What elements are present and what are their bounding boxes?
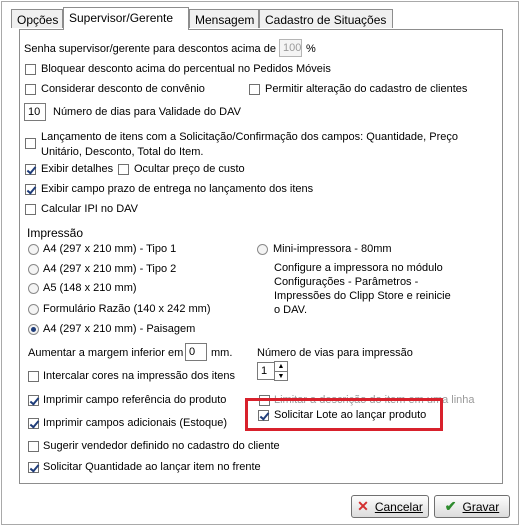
mini-printer-note-4: o DAV.: [274, 304, 308, 316]
allow-client-edit-checkbox[interactable]: [249, 84, 260, 95]
save-label: Gravar: [462, 499, 500, 514]
tab-supervisor-gerente[interactable]: Supervisor/Gerente: [63, 7, 189, 30]
mini-printer-radio[interactable]: [257, 244, 268, 255]
tab-mensagem[interactable]: Mensagem: [189, 9, 259, 28]
print-additional-checkbox[interactable]: [28, 418, 39, 429]
dav-days-label: Número de dias para Validade do DAV: [53, 106, 241, 118]
show-delivery-label: Exibir campo prazo de entrega no lançame…: [41, 183, 314, 195]
block-discount-checkbox[interactable]: [25, 64, 36, 75]
interleave-colors-label: Intercalar cores na impressão dos itens: [43, 370, 235, 382]
calc-ipi-label: Calcular IPI no DAV: [41, 203, 139, 215]
suggest-seller-label: Sugerir vendedor definido no cadastro do…: [43, 440, 280, 452]
block-discount-label: Bloquear desconto acima do percentual no…: [41, 63, 331, 75]
print-a4-type1-label: A4 (297 x 210 mm) - Tipo 1: [43, 243, 177, 255]
show-details-label: Exibir detalhes: [41, 163, 114, 175]
consider-agreement-label: Considerar desconto de convênio: [41, 83, 205, 95]
request-quantity-checkbox[interactable]: [28, 462, 39, 473]
save-button[interactable]: ✔ Gravar: [434, 495, 510, 518]
check-icon: ✔: [444, 498, 457, 514]
tab-cadastro-situacoes[interactable]: Cadastro de Situações: [259, 9, 393, 28]
tab-label: Cadastro de Situações: [265, 13, 387, 27]
print-a4-landscape-label: A4 (297 x 210 mm) - Paisagem: [43, 323, 196, 335]
print-reference-label: Imprimir campo referência do produto: [43, 394, 227, 406]
print-a4-landscape-radio[interactable]: [28, 324, 39, 335]
print-additional-label: Imprimir campos adicionais (Estoque): [43, 417, 228, 429]
mini-printer-label: Mini-impressora - 80mm: [273, 243, 392, 255]
launch-items-checkbox[interactable]: [25, 138, 36, 149]
dav-days-input[interactable]: 10: [24, 103, 46, 121]
request-lot-label: Solicitar Lote ao lançar produto: [274, 409, 427, 421]
hide-cost-checkbox[interactable]: [118, 164, 129, 175]
print-reference-checkbox[interactable]: [28, 395, 39, 406]
spin-up-icon[interactable]: ▲: [275, 362, 287, 372]
mini-printer-note-1: Configure a impressora no módulo: [274, 262, 443, 274]
copies-input[interactable]: 1: [257, 362, 275, 380]
discount-unit: %: [306, 43, 316, 55]
copies-spinner[interactable]: ▲ ▼: [274, 361, 288, 381]
show-details-checkbox[interactable]: [25, 164, 36, 175]
interleave-colors-checkbox[interactable]: [28, 371, 39, 382]
cancel-button[interactable]: ✕ Cancelar: [351, 495, 429, 518]
launch-items-label-2: Unitário, Desconto, Total do Item.: [41, 146, 204, 158]
request-lot-checkbox[interactable]: [258, 410, 269, 421]
discount-label: Senha supervisor/gerente para descontos …: [24, 43, 276, 55]
cancel-label: Cancelar: [374, 499, 423, 514]
print-a4-type2-radio[interactable]: [28, 264, 39, 275]
tab-label: Supervisor/Gerente: [69, 11, 174, 25]
tab-label: Mensagem: [195, 13, 255, 27]
margin-label: Aumentar a margem inferior em: [28, 347, 184, 359]
copies-label: Número de vias para impressão: [257, 347, 413, 359]
margin-unit: mm.: [211, 347, 233, 359]
print-a5-radio[interactable]: [28, 283, 39, 294]
discount-percent-input[interactable]: 100: [279, 39, 302, 57]
mini-printer-note-3: Impressões do Clipp Store e reinicie: [274, 290, 451, 302]
print-a4-type2-label: A4 (297 x 210 mm) - Tipo 2: [43, 263, 177, 275]
spin-down-icon[interactable]: ▼: [275, 372, 287, 381]
launch-items-label-1: Lançamento de itens com a Solicitação/Co…: [41, 131, 459, 143]
hide-cost-label: Ocultar preço de custo: [134, 163, 245, 175]
print-a4-type1-radio[interactable]: [28, 244, 39, 255]
close-icon: ✕: [357, 498, 369, 514]
tab-opcoes[interactable]: Opções: [11, 9, 63, 28]
print-a5-label: A5 (148 x 210 mm): [43, 282, 137, 294]
tab-label: Opções: [17, 13, 59, 27]
print-razao-label: Formulário Razão (140 x 242 mm): [43, 303, 211, 315]
calc-ipi-checkbox[interactable]: [25, 204, 36, 215]
allow-client-edit-label: Permitir alteração do cadastro de client…: [265, 83, 468, 95]
consider-agreement-checkbox[interactable]: [25, 84, 36, 95]
print-razao-radio[interactable]: [28, 304, 39, 315]
show-delivery-checkbox[interactable]: [25, 184, 36, 195]
margin-input[interactable]: 0: [185, 343, 207, 361]
print-section-title: Impressão: [27, 226, 84, 240]
request-quantity-label: Solicitar Quantidade ao lançar item no f…: [43, 461, 261, 473]
suggest-seller-checkbox[interactable]: [28, 441, 39, 452]
mini-printer-note-2: Configurações - Parâmetros -: [274, 276, 419, 288]
